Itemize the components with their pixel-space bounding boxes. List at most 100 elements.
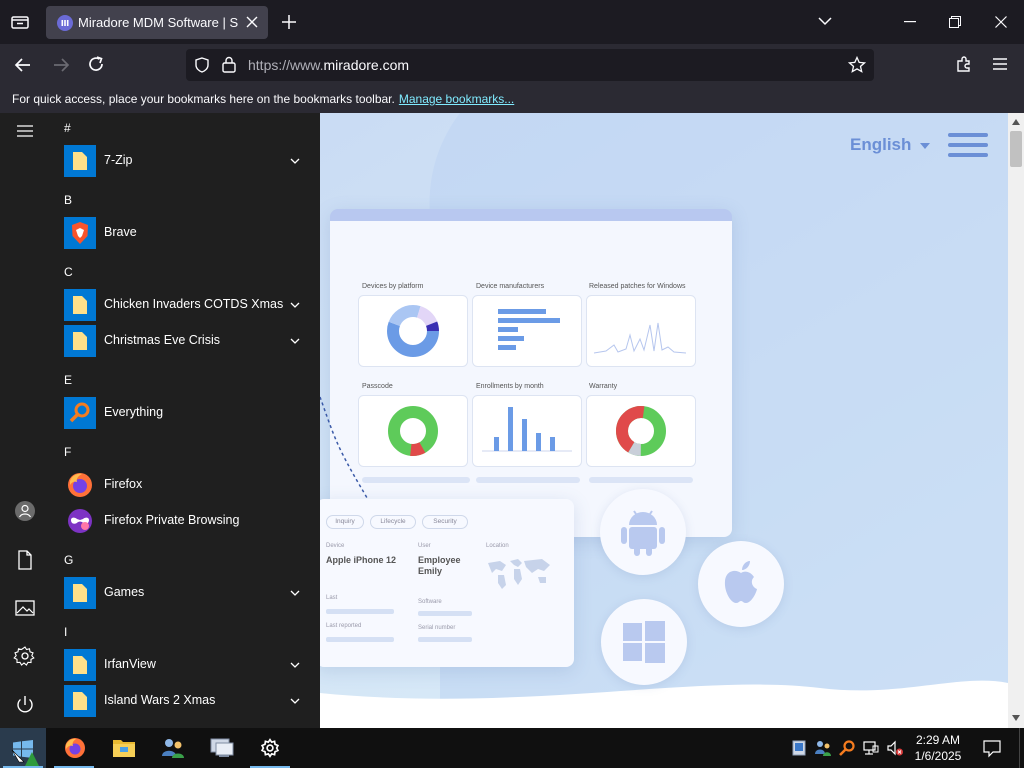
scroll-down-icon[interactable] [1012,715,1020,721]
start-app-brave[interactable]: Brave [50,215,312,251]
device-tag: Inquiry [326,515,364,529]
tray-tablet-icon[interactable] [790,739,808,757]
close-tab-icon[interactable] [246,16,258,28]
devices-by-platform-donut [358,295,468,367]
bookmark-star-icon[interactable] [848,56,866,74]
taskbar-remote-desktop[interactable] [198,728,244,768]
start-app-island-wars[interactable]: Island Wars 2 Xmas [50,683,312,719]
section-letter[interactable]: E [64,373,72,387]
tray-volume-muted-icon[interactable] [886,739,904,757]
reload-icon[interactable] [87,55,105,73]
close-window-icon[interactable] [995,16,1007,28]
section-letter[interactable]: # [64,121,71,135]
documents-icon[interactable] [13,548,37,572]
language-chevron-icon [920,142,931,149]
apple-circle [698,541,784,627]
section-letter[interactable]: C [64,265,73,279]
expand-menu-icon[interactable] [13,119,37,143]
app-label: Island Wars 2 Xmas [104,693,216,707]
start-app-christmas-eve-crisis[interactable]: Christmas Eve Crisis [50,323,312,359]
taskbar-network-app[interactable] [149,728,195,768]
back-icon[interactable] [14,56,32,74]
app-label: 7-Zip [104,153,133,167]
chevron-down-icon[interactable] [290,336,300,346]
power-icon[interactable] [13,693,37,717]
restore-icon[interactable] [949,16,961,28]
tab-miradore[interactable]: Miradore MDM Software | Smart [46,6,268,39]
lock-icon[interactable] [222,56,236,73]
language-selector[interactable]: English [850,135,931,155]
location-label: Location [486,543,509,549]
chevron-down-icon[interactable] [290,300,300,310]
chevron-down-icon[interactable] [290,696,300,706]
tray-network-icon[interactable] [862,739,880,757]
user-value-line2: Emily [418,566,443,576]
show-desktop-button[interactable] [1019,728,1024,768]
user-account-icon[interactable] [13,499,37,523]
start-app-firefox[interactable]: Firefox [50,467,312,503]
dashboard-mockup: Devices by platform Device manufacturers… [330,209,732,537]
apple-icon [724,561,757,603]
folder-icon [64,649,96,681]
chevron-down-icon[interactable] [290,156,300,166]
device-tag: Lifecycle [370,515,416,529]
placeholder-bar [418,611,472,616]
tab-bar: Miradore MDM Software | Smart [0,0,1024,44]
device-detail-card: Inquiry Lifecycle Security Device Apple … [316,499,574,667]
tray-users-icon[interactable] [814,739,832,757]
url-text[interactable]: https://www.miradore.com [248,57,409,73]
page-scrollbar[interactable] [1008,113,1024,728]
dashboard-card-title: Device manufacturers [476,283,545,290]
start-button[interactable] [0,728,46,768]
firefox-icon [65,738,85,758]
placeholder-bar [362,477,470,483]
bookmarks-toolbar: For quick access, place your bookmarks h… [0,86,1024,113]
new-tab-icon[interactable] [282,15,296,29]
last-reported-label: Last reported [326,623,362,629]
app-label: Firefox [104,477,143,491]
firefox-private-icon [64,505,96,537]
start-app-7zip[interactable]: 7-Zip [50,143,312,179]
app-menu-icon[interactable] [993,58,1007,70]
scroll-up-icon[interactable] [1012,119,1020,125]
minimize-icon[interactable] [904,21,916,23]
section-letter[interactable]: F [64,445,71,459]
start-app-firefox-private[interactable]: Firefox Private Browsing [50,503,312,539]
taskbar-settings[interactable] [247,728,293,768]
forward-icon[interactable] [52,56,70,74]
placeholder-bar [326,609,394,614]
start-app-games[interactable]: Games [50,575,312,611]
action-center-icon[interactable] [982,738,1002,758]
taskbar-firefox[interactable] [51,728,97,768]
manage-bookmarks-link[interactable]: Manage bookmarks... [399,92,514,106]
site-menu-hamburger-icon[interactable] [948,133,988,157]
start-app-irfanview[interactable]: IrfanView [50,647,312,683]
tracking-protection-shield-icon[interactable] [194,57,210,73]
pictures-icon[interactable] [13,596,37,620]
tab-list-icon[interactable] [10,12,30,32]
released-patches-line-chart [586,295,696,367]
firefox-icon [64,469,96,501]
placeholder-bar [476,477,580,483]
placeholder-bar [589,477,693,483]
scroll-thumb[interactable] [1010,131,1022,167]
start-app-chicken-invaders[interactable]: Chicken Invaders COTDS Xmas [50,287,312,323]
chevron-down-icon[interactable] [290,660,300,670]
section-letter[interactable]: I [64,625,67,639]
dashboard-card-title: Released patches for Windows [589,283,686,290]
last-label: Last [326,595,338,601]
settings-gear-icon[interactable] [13,644,37,668]
windows-circle [601,599,687,685]
section-letter[interactable]: G [64,553,73,567]
taskbar-clock[interactable]: 2:29 AM 1/6/2025 [906,732,970,764]
address-bar[interactable]: https://www.miradore.com [186,49,874,81]
start-app-everything[interactable]: Everything [50,395,312,431]
brave-icon [64,217,96,249]
tray-search-icon[interactable] [838,739,856,757]
extensions-icon[interactable] [955,55,973,73]
section-letter[interactable]: B [64,193,72,207]
list-all-tabs-icon[interactable] [818,16,832,26]
taskbar-file-explorer[interactable] [100,728,146,768]
chevron-down-icon[interactable] [290,588,300,598]
android-circle [600,489,686,575]
